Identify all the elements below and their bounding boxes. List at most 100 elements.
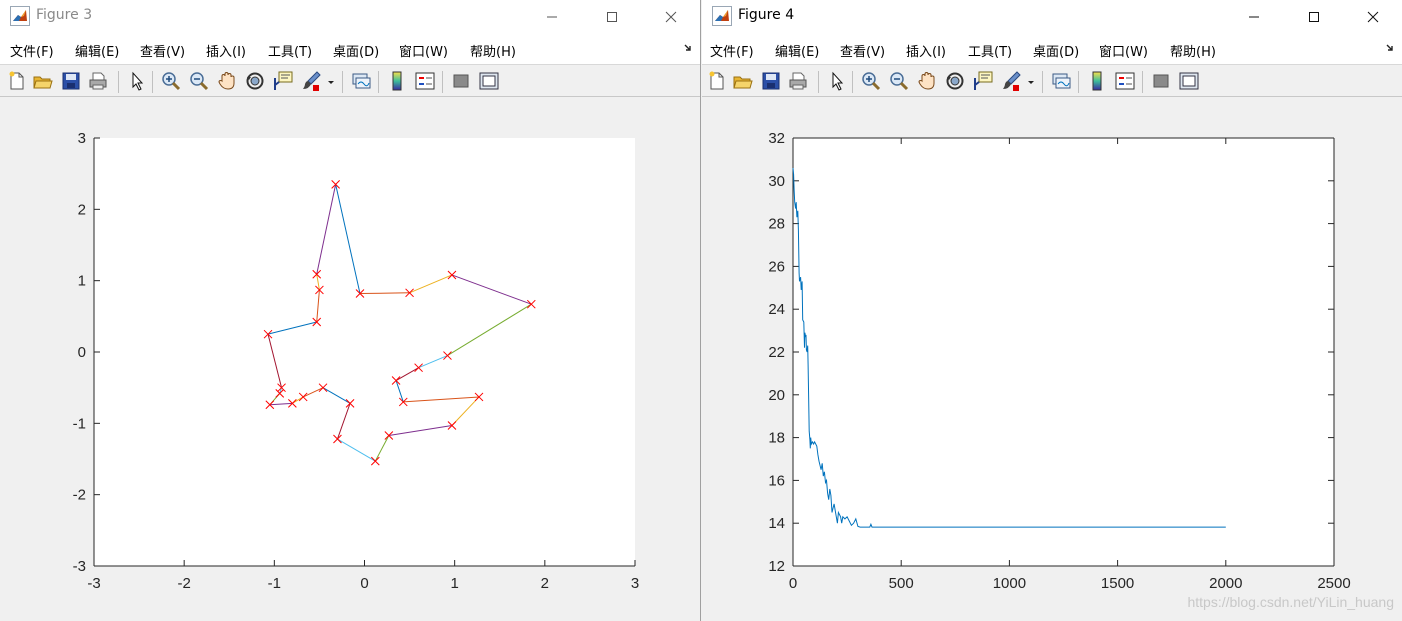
minimize-button[interactable] <box>529 0 575 33</box>
link-plot-icon[interactable] <box>350 70 372 92</box>
menu-insert[interactable]: 插入(I) <box>906 41 946 60</box>
edit-plot-arrow-icon[interactable] <box>126 70 148 92</box>
y-tick-label: 32 <box>768 130 785 147</box>
y-tick-label: 20 <box>768 387 785 404</box>
maximize-button[interactable] <box>589 0 635 33</box>
zoom-out-icon[interactable] <box>888 70 910 92</box>
menu-bar: 文件(F) 编辑(E) 查看(V) 插入(I) 工具(T) 桌面(D) 窗口(W… <box>702 33 1402 64</box>
menu-help[interactable]: 帮助(H) <box>470 41 516 60</box>
y-tick-label: 12 <box>768 558 785 575</box>
insert-legend-icon[interactable] <box>414 70 436 92</box>
zoom-out-icon[interactable] <box>188 70 210 92</box>
edit-plot-arrow-icon[interactable] <box>826 70 848 92</box>
menu-tools[interactable]: 工具(T) <box>968 41 1012 60</box>
menu-file[interactable]: 文件(F) <box>710 41 754 60</box>
maximize-button[interactable] <box>1291 0 1337 33</box>
menu-file[interactable]: 文件(F) <box>10 41 54 60</box>
hide-plot-tools-icon[interactable] <box>450 70 472 92</box>
x-tick-label: 2000 <box>1209 575 1242 592</box>
new-figure-icon[interactable] <box>6 70 28 92</box>
menu-window[interactable]: 窗口(W) <box>1099 41 1148 60</box>
show-plot-tools-icon[interactable] <box>1178 70 1200 92</box>
menu-tools[interactable]: 工具(T) <box>268 41 312 60</box>
x-tick-label: 1 <box>450 575 458 592</box>
close-button[interactable] <box>1350 0 1396 33</box>
save-icon[interactable] <box>60 70 82 92</box>
open-file-icon[interactable] <box>32 70 54 92</box>
insert-colorbar-icon[interactable] <box>386 70 408 92</box>
y-tick-label: 1 <box>78 273 86 290</box>
plot-area <box>793 138 1334 566</box>
plot-area <box>94 138 635 566</box>
hide-plot-tools-icon[interactable] <box>1150 70 1172 92</box>
toolbar-separator <box>818 71 819 93</box>
menu-overflow-arrow-icon[interactable] <box>1386 42 1396 52</box>
route-chart[interactable]: -3 -2 -1 0 1 2 3 -3 -2 -1 0 1 2 3 <box>0 97 700 621</box>
x-tick-label: 2500 <box>1317 575 1350 592</box>
convergence-chart[interactable]: 0 500 1000 1500 2000 2500 12 14 16 18 20 22 24 26 28 30… <box>702 97 1402 621</box>
insert-colorbar-icon[interactable] <box>1086 70 1108 92</box>
menu-help[interactable]: 帮助(H) <box>1170 41 1216 60</box>
menu-view[interactable]: 查看(V) <box>140 41 185 60</box>
y-tick-label: 26 <box>768 258 785 275</box>
data-cursor-icon[interactable] <box>972 70 994 92</box>
y-tick-label: 24 <box>768 301 785 318</box>
y-tick-label: 3 <box>78 130 86 147</box>
x-tick-label: -1 <box>268 575 281 592</box>
link-plot-icon[interactable] <box>1050 70 1072 92</box>
menu-desktop[interactable]: 桌面(D) <box>1033 41 1079 60</box>
title-bar[interactable]: Figure 4 <box>702 0 1402 33</box>
toolbar-separator <box>342 71 343 93</box>
x-tick-label: 3 <box>631 575 639 592</box>
toolbar-separator <box>1042 71 1043 93</box>
save-icon[interactable] <box>760 70 782 92</box>
rotate-3d-icon[interactable] <box>244 70 266 92</box>
menu-edit[interactable]: 编辑(E) <box>75 41 119 60</box>
toolbar-separator <box>1078 71 1079 93</box>
close-icon <box>1367 11 1379 22</box>
insert-legend-icon[interactable] <box>1114 70 1136 92</box>
pan-hand-icon[interactable] <box>216 70 238 92</box>
y-tick-label: 28 <box>768 216 785 233</box>
menu-edit[interactable]: 编辑(E) <box>775 41 819 60</box>
rotate-3d-icon[interactable] <box>944 70 966 92</box>
menu-insert[interactable]: 插入(I) <box>206 41 246 60</box>
brush-icon[interactable] <box>300 70 322 92</box>
brush-dropdown-arrow-icon[interactable] <box>1026 70 1036 92</box>
toolbar-separator <box>118 71 119 93</box>
x-tick-label: 1500 <box>1101 575 1134 592</box>
menu-window[interactable]: 窗口(W) <box>399 41 448 60</box>
title-bar[interactable]: Figure 3 <box>0 0 700 33</box>
show-plot-tools-icon[interactable] <box>478 70 500 92</box>
toolbar-separator <box>152 71 153 93</box>
brush-dropdown-arrow-icon[interactable] <box>326 70 336 92</box>
x-tick-label: 0 <box>360 575 368 592</box>
toolbar-separator <box>442 71 443 93</box>
minimize-button[interactable] <box>1231 0 1277 33</box>
zoom-in-icon[interactable] <box>160 70 182 92</box>
figure-canvas[interactable]: -3 -2 -1 0 1 2 3 -3 -2 -1 0 1 2 3 <box>0 97 700 621</box>
brush-icon[interactable] <box>1000 70 1022 92</box>
pan-hand-icon[interactable] <box>916 70 938 92</box>
y-tick-label: -2 <box>73 487 86 504</box>
open-file-icon[interactable] <box>732 70 754 92</box>
menu-view[interactable]: 查看(V) <box>840 41 885 60</box>
x-tick-label: -2 <box>177 575 190 592</box>
new-figure-icon[interactable] <box>706 70 728 92</box>
y-tick-label: 0 <box>78 344 86 361</box>
figure-4-window: Figure 4 文件(F) 编辑(E) 查看(V) 插入(I) 工具(T) 桌… <box>702 0 1402 621</box>
print-icon[interactable] <box>787 70 809 92</box>
figure-canvas[interactable]: 0 500 1000 1500 2000 2500 12 14 16 18 20 22 24 26 28 30… <box>702 97 1402 621</box>
maximize-icon <box>1309 11 1319 22</box>
y-tick-label: 14 <box>768 515 785 532</box>
menu-overflow-arrow-icon[interactable] <box>684 42 694 52</box>
figure-toolbar <box>702 64 1402 97</box>
minimize-icon <box>1249 16 1259 17</box>
y-tick-label: 18 <box>768 430 785 447</box>
close-button[interactable] <box>648 0 694 33</box>
print-icon[interactable] <box>87 70 109 92</box>
data-cursor-icon[interactable] <box>272 70 294 92</box>
menu-desktop[interactable]: 桌面(D) <box>333 41 379 60</box>
zoom-in-icon[interactable] <box>860 70 882 92</box>
figure-3-window: Figure 3 文件(F) 编辑(E) 查看(V) 插入(I) 工具(T) 桌… <box>0 0 701 621</box>
